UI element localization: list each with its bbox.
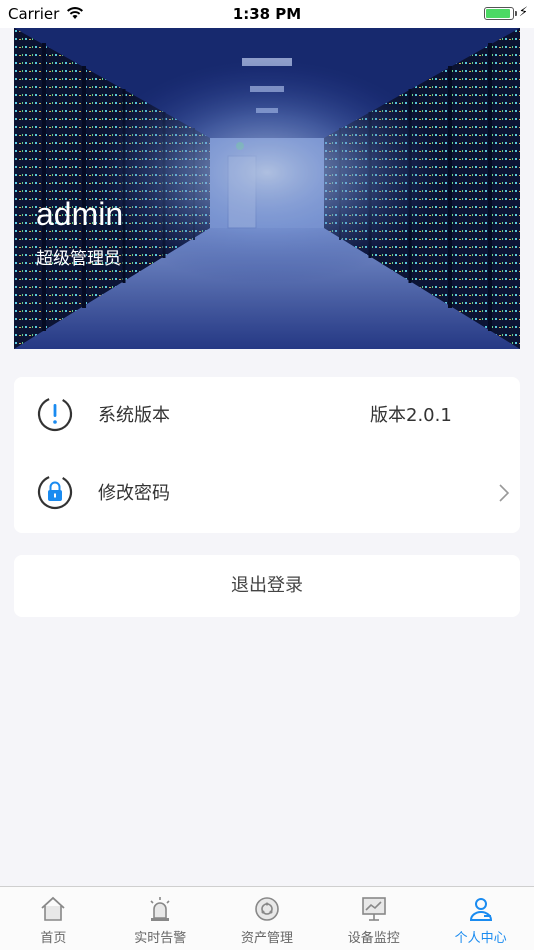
battery-icon (484, 7, 514, 20)
logout-button[interactable]: 退出登录 (14, 555, 520, 617)
status-bar: Carrier 1:38 PM ⚡ (0, 0, 534, 28)
system-version-label: 系统版本 (98, 405, 170, 426)
tab-assets[interactable]: 资产管理 (214, 887, 321, 950)
change-password-row[interactable]: 修改密码 (14, 455, 520, 533)
charging-icon: ⚡ (518, 5, 528, 20)
asset-icon (255, 897, 279, 921)
tab-home-label: 首页 (40, 931, 67, 946)
tab-alarm[interactable]: 实时告警 (107, 887, 214, 950)
system-version-value: 版本2.0.1 (370, 405, 452, 426)
battery-tip (515, 11, 517, 16)
lock-icon (37, 474, 73, 510)
server-room-illustration (14, 28, 520, 349)
change-password-label: 修改密码 (98, 483, 170, 504)
clock: 1:38 PM (232, 5, 302, 23)
username: admin (36, 196, 124, 232)
info-icon (37, 396, 73, 432)
user-role: 超级管理员 (36, 249, 121, 269)
tab-bar: 首页 实时告警 资产管理 设备监控 个人中心 (0, 886, 534, 950)
alarm-icon (150, 897, 170, 921)
tab-profile[interactable]: 个人中心 (427, 887, 534, 950)
tab-monitor-label: 设备监控 (347, 931, 400, 946)
tab-home[interactable]: 首页 (0, 887, 107, 950)
user-icon (469, 898, 492, 921)
settings-card: 系统版本 版本2.0.1 修改密码 (14, 377, 520, 533)
tab-profile-label: 个人中心 (454, 931, 507, 946)
monitor-icon (361, 897, 386, 921)
tab-assets-label: 资产管理 (240, 931, 293, 946)
system-version-row: 系统版本 版本2.0.1 (14, 377, 520, 455)
home-icon (41, 896, 65, 921)
profile-banner: admin 超级管理员 (14, 28, 520, 349)
tab-monitor[interactable]: 设备监控 (320, 887, 427, 950)
profile-page: Carrier 1:38 PM ⚡ admin 超级管理员 系统版本 版本2.0… (0, 0, 534, 950)
tab-alarm-label: 实时告警 (134, 931, 187, 946)
chevron-right-icon (499, 484, 510, 502)
